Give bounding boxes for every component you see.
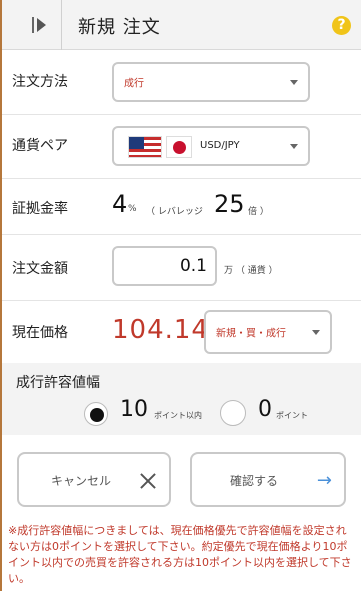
play-icon (37, 18, 46, 32)
order-amount-label: 注文金額 (12, 261, 68, 277)
order-amount-input[interactable]: 0.1 (112, 246, 217, 286)
header-bar: 新規 注文 ? (2, 0, 361, 50)
margin-percent: 4 (112, 190, 128, 218)
order-method-value: 成行 (124, 78, 144, 90)
margin-rate-label: 証拠金率 (12, 201, 68, 217)
chevron-down-icon (290, 80, 298, 85)
slippage-footnote: ※成行許容値幅につきましては、現在価格優先で許容値幅を設定されない方は0ポイント… (8, 524, 352, 585)
help-icon[interactable]: ? (332, 16, 351, 35)
current-price-value: 104.14 (112, 315, 209, 345)
order-method-select[interactable]: 成行 (112, 62, 310, 102)
percent-unit: % (128, 204, 137, 214)
slippage-0-value: 0 (258, 397, 272, 422)
currency-pair-select[interactable]: USD/JPY (112, 126, 310, 166)
slippage-label: 成行許容値幅 (16, 375, 100, 391)
us-flag-icon (128, 136, 162, 158)
page-title: 新規 注文 (78, 17, 161, 38)
slippage-10-value: 10 (120, 397, 148, 422)
currency-pair-value: USD/JPY (200, 140, 240, 151)
chevron-down-icon (290, 144, 298, 149)
panel-toggle-button[interactable] (2, 0, 62, 50)
slippage-0-radio[interactable] (220, 400, 246, 426)
japan-flag-icon (166, 136, 192, 158)
currency-pair-label: 通貨ペア (12, 138, 68, 154)
order-amount-value: 0.1 (179, 256, 207, 276)
leverage-prefix: （ レバレッジ (146, 207, 203, 217)
divider (2, 234, 361, 235)
arrow-right-icon: → (316, 470, 332, 491)
grip-icon (32, 17, 34, 33)
divider (2, 114, 361, 115)
order-type-select[interactable]: 新規・買・成行 (204, 310, 332, 354)
close-icon (139, 472, 157, 490)
current-price-label: 現在価格 (12, 325, 68, 341)
divider (2, 300, 361, 301)
cancel-button[interactable]: キャンセル (17, 452, 171, 507)
slippage-10-unit: ポイント以内 (154, 411, 202, 420)
leverage-value: 25 (214, 190, 245, 218)
order-type-value: 新規・買・成行 (216, 328, 286, 340)
slippage-10-radio[interactable] (84, 402, 108, 426)
confirm-button[interactable]: 確認する → (190, 452, 346, 507)
chevron-down-icon (312, 330, 320, 335)
order-method-label: 注文方法 (12, 74, 68, 90)
order-amount-unit: 万 （ 通貨 ） (224, 266, 278, 276)
leverage-unit: 倍 ） (248, 207, 269, 217)
slippage-0-unit: ポイント (276, 411, 308, 420)
divider (2, 178, 361, 179)
